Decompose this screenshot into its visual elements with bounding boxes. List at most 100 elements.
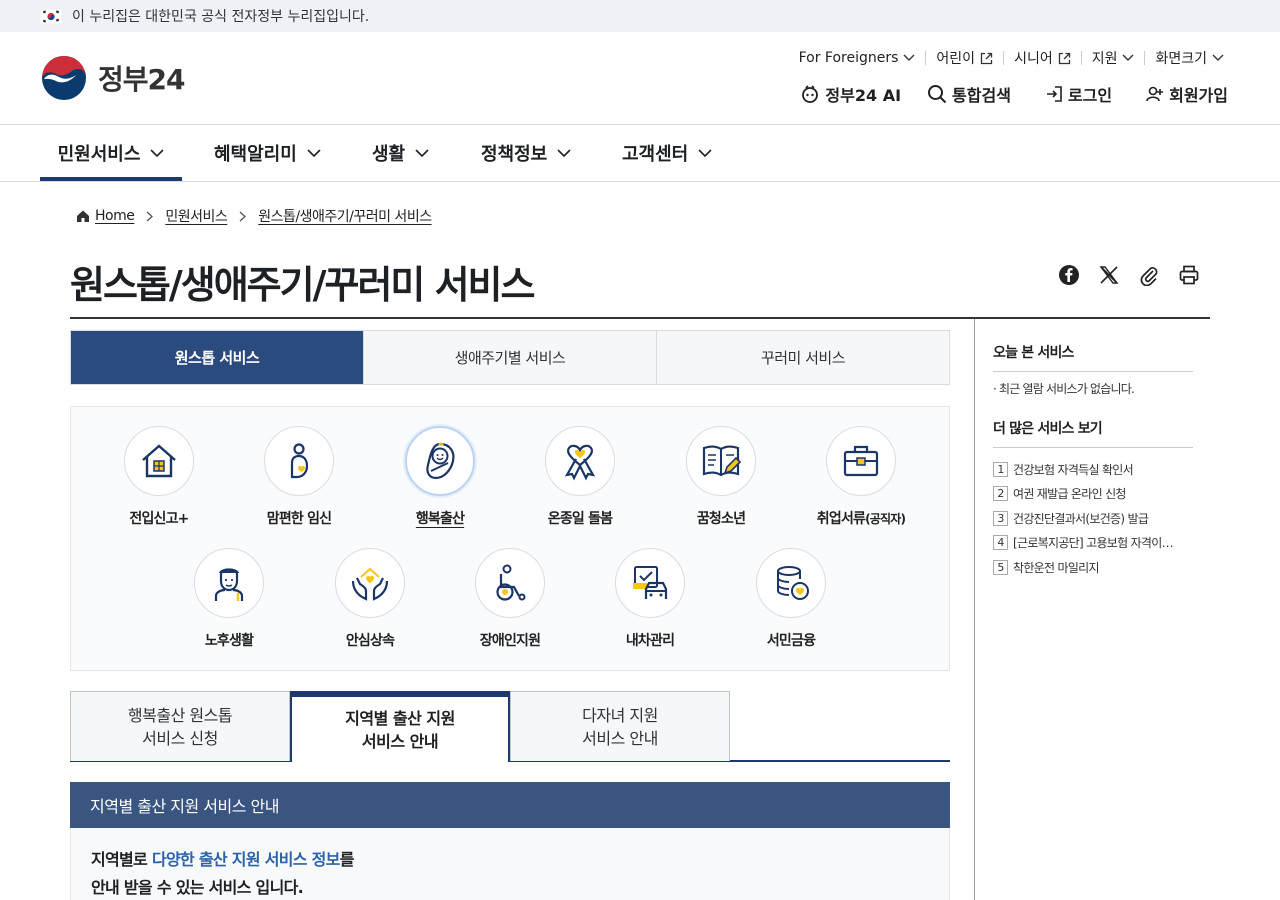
recent-services-title: 오늘 본 서비스 — [993, 342, 1193, 372]
section-description: 지역별로 다양한 출산 지원 서비스 정보를 안내 받을 수 있는 서비스 입니… — [70, 828, 950, 900]
site-logo[interactable]: 정부24 — [40, 55, 185, 101]
list-item[interactable]: 1 건강보험 자격득실 확인서 — [993, 457, 1193, 482]
hands-heart-house-icon — [351, 567, 389, 601]
chevron-down-icon — [415, 148, 429, 157]
gnb-item-customer-center[interactable]: 고객센터 — [622, 125, 712, 181]
chevron-right-icon — [146, 211, 154, 221]
home-icon — [77, 210, 89, 222]
sub-tabs: 행복출산 원스톱 서비스 신청 지역별 출산 지원 서비스 안내 다자녀 지원 서비스… — [70, 691, 950, 762]
external-link-icon — [1058, 52, 1070, 64]
recent-services-empty: · 최근 열람 서비스가 없습니다. — [993, 382, 1135, 396]
page-title: 원스톱/생애주기/꾸러미 서비스 — [70, 263, 535, 307]
gov24-ai-button[interactable]: 정부24 AI — [800, 82, 901, 106]
service-safe-inheritance[interactable]: 안심상속 — [310, 548, 430, 650]
breadcrumb-home[interactable]: Home — [95, 208, 135, 224]
gnb-item-civil-service[interactable]: 민원서비스 — [40, 125, 182, 181]
subtab-regional-support[interactable]: 지역별 출산 지원 서비스 안내 — [290, 691, 510, 762]
service-low-income-finance[interactable]: 서민금융 — [731, 548, 851, 650]
service-label: 서민금융 — [766, 633, 816, 649]
header: 정부24 For Foreigners 어린이 시니어 지원 화면크기 정부24… — [0, 32, 1280, 125]
newborn-baby-icon — [426, 442, 455, 480]
list-item[interactable]: 3 건강진단결과서(보건증) 발급 — [993, 506, 1193, 531]
service-icon-circle — [686, 426, 756, 496]
chevron-down-icon — [1122, 54, 1134, 61]
service-icon-circle — [405, 426, 475, 496]
external-link-icon — [980, 52, 993, 64]
for-foreigners-label: For Foreigners — [798, 50, 899, 66]
gnb-item-life[interactable]: 생활 — [372, 125, 429, 181]
section-heading: 지역별 출산 지원 서비스 안내 — [70, 782, 950, 828]
service-happy-birth[interactable]: 행복출산 — [380, 426, 500, 528]
utility-nav: For Foreigners 어린이 시니어 지원 화면크기 — [789, 48, 1234, 68]
main-utility-nav: 정부24 AI 통합검색 로그인 회원가입 — [774, 82, 1228, 106]
service-disability-support[interactable]: 장애인지원 — [450, 548, 570, 650]
service-icon-circle — [826, 426, 896, 496]
breadcrumb-civil-service[interactable]: 민원서비스 — [165, 206, 227, 226]
logo-text: 정부24 — [98, 63, 185, 96]
coins-heart-icon — [777, 566, 809, 600]
attach-link-icon[interactable] — [1138, 264, 1160, 286]
signup-button[interactable]: 회원가입 — [1146, 82, 1228, 106]
service-icon-circle — [264, 426, 334, 496]
service-label: 전입신고+ — [129, 511, 189, 527]
gov-banner: 이 누리집은 대한민국 공식 전자정부 누리집입니다. — [0, 0, 1280, 32]
breadcrumb-current[interactable]: 원스톱/생애주기/꾸러미 서비스 — [258, 206, 432, 226]
tab-onestop[interactable]: 원스톱 서비스 — [71, 331, 363, 384]
integrated-search-button[interactable]: 통합검색 — [927, 82, 1011, 106]
subtab-multichild-support[interactable]: 다자녀 지원 서비스 안내 — [510, 691, 730, 761]
service-job-documents[interactable]: 취업서류(공직자) — [801, 426, 921, 528]
service-icon-circle — [475, 548, 545, 618]
korean-flag-icon — [40, 8, 62, 24]
list-item[interactable]: 5 착한운전 마일리지 — [993, 555, 1193, 580]
gnb-label: 민원서비스 — [57, 144, 141, 165]
for-foreigners-link[interactable]: For Foreigners — [789, 50, 926, 66]
gnb-item-policy-info[interactable]: 정책정보 — [481, 125, 571, 181]
service-retirement-life[interactable]: 노후생활 — [169, 548, 289, 650]
chevron-down-icon — [903, 54, 915, 61]
gnb-item-benefit-alert[interactable]: 혜택알리미 — [214, 125, 321, 181]
service-youth-dream[interactable]: 꿈청소년 — [661, 426, 781, 528]
briefcase-icon — [843, 445, 879, 477]
support-menu[interactable]: 지원 — [1082, 48, 1145, 68]
font-size-menu[interactable]: 화면크기 — [1145, 48, 1234, 68]
chevron-right-icon — [239, 211, 247, 221]
service-my-car[interactable]: 내차관리 — [590, 548, 710, 650]
signup-label: 회원가입 — [1169, 86, 1228, 105]
ai-robot-icon — [802, 85, 819, 103]
gnb-label: 정책정보 — [481, 144, 548, 165]
sidebar-divider — [974, 319, 975, 900]
service-move-in-report[interactable]: 전입신고+ — [99, 426, 219, 528]
login-button[interactable]: 로그인 — [1045, 82, 1112, 106]
print-icon[interactable] — [1178, 264, 1200, 286]
service-pregnancy[interactable]: 맘편한 임신 — [239, 426, 359, 528]
subtab-label: 행복출산 원스톱 서비스 신청 — [127, 705, 233, 748]
service-label: 행복출산 — [415, 511, 465, 527]
service-label: 꿈청소년 — [696, 511, 746, 527]
pregnant-woman-icon — [290, 443, 309, 479]
chevron-down-icon — [1212, 54, 1224, 61]
list-item[interactable]: 4 [근로복지공단] 고용보험 자격이… — [993, 531, 1193, 556]
gov-emblem-icon — [42, 56, 86, 100]
service-label: 취업서류(공직자) — [816, 511, 906, 527]
kids-label: 어린이 — [936, 51, 976, 67]
service-icon-circle — [335, 548, 405, 618]
x-twitter-icon[interactable] — [1098, 264, 1120, 286]
service-label: 맘편한 임신 — [266, 511, 332, 527]
service-label: 온종일 돌봄 — [547, 511, 613, 527]
car-document-icon — [633, 566, 668, 599]
gov24-ai-label: 정부24 AI — [825, 86, 902, 105]
tab-package[interactable]: 꾸러미 서비스 — [656, 331, 949, 384]
breadcrumb: Home 민원서비스 원스톱/생애주기/꾸러미 서비스 — [76, 206, 432, 226]
service-icon-grid: 전입신고+ 맘편한 임신 행복출산 온종일 돌봄 꿈청소년 취업서류(공직자) — [70, 406, 950, 671]
service-icon-circle — [756, 548, 826, 618]
kids-link[interactable]: 어린이 — [926, 48, 1003, 68]
tab-lifecycle[interactable]: 생애주기별 서비스 — [363, 331, 656, 384]
wheelchair-icon — [496, 564, 526, 601]
facebook-icon[interactable] — [1058, 264, 1080, 286]
service-all-day-care[interactable]: 온종일 돌봄 — [520, 426, 640, 528]
subtab-onestop-apply[interactable]: 행복출산 원스톱 서비스 신청 — [70, 691, 290, 761]
senior-link[interactable]: 시니어 — [1004, 48, 1081, 68]
font-size-label: 화면크기 — [1155, 51, 1207, 67]
service-type-tabs: 원스톱 서비스 생애주기별 서비스 꾸러미 서비스 — [70, 330, 950, 385]
list-item[interactable]: 2 여권 재발급 온라인 신청 — [993, 482, 1193, 507]
